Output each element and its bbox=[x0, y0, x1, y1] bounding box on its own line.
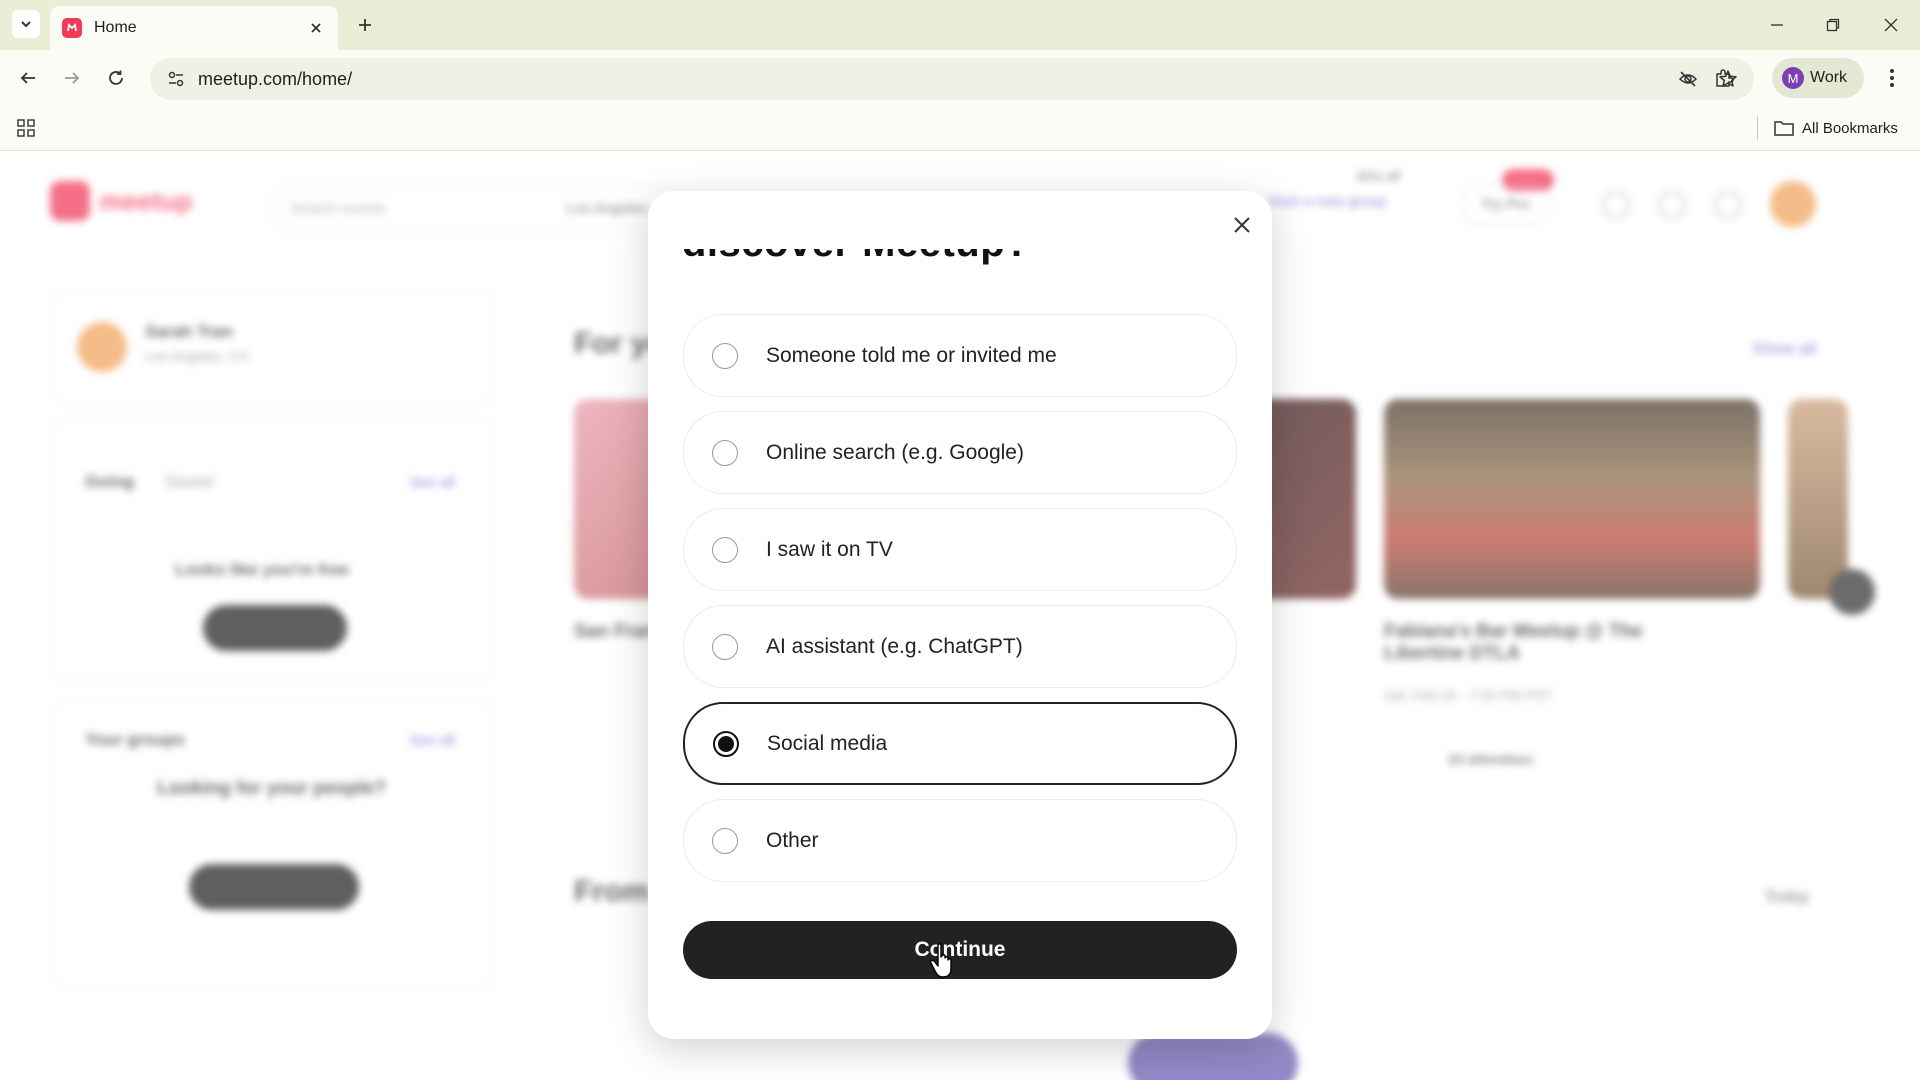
reload-icon bbox=[109, 70, 123, 85]
radio-button-selected[interactable] bbox=[713, 730, 739, 757]
option-label: Other bbox=[766, 828, 819, 852]
close-icon bbox=[311, 23, 321, 33]
browser-toolbar: meetup.com/home/ M Work bbox=[0, 50, 1920, 106]
all-bookmarks-button[interactable]: All Bookmarks bbox=[1774, 114, 1898, 142]
survey-modal: discover Meetup? Someone told me or invi… bbox=[648, 191, 1272, 1039]
puzzle-icon bbox=[1716, 69, 1734, 87]
profile-name: Work bbox=[1810, 69, 1848, 86]
forward-button[interactable] bbox=[58, 64, 86, 92]
eye-off-icon bbox=[1678, 71, 1698, 87]
radio-button[interactable] bbox=[712, 536, 738, 563]
hand-cursor-icon bbox=[930, 943, 952, 978]
tune-icon bbox=[168, 71, 184, 87]
option-label: Online search (e.g. Google) bbox=[766, 440, 1024, 464]
option-other[interactable]: Other bbox=[683, 799, 1237, 882]
folder-icon bbox=[1774, 120, 1794, 136]
continue-button[interactable]: Continue bbox=[683, 921, 1237, 979]
option-label: Social media bbox=[767, 731, 888, 755]
url-text[interactable]: meetup.com/home/ bbox=[198, 69, 1668, 90]
modal-close-button[interactable] bbox=[1228, 211, 1256, 239]
tab-strip: Home bbox=[0, 0, 1920, 50]
chevron-down-icon bbox=[21, 21, 31, 28]
tab-home[interactable]: Home bbox=[50, 6, 338, 50]
arrow-left-icon bbox=[20, 72, 35, 84]
close-icon bbox=[1234, 217, 1250, 233]
address-bar[interactable]: meetup.com/home/ bbox=[150, 58, 1754, 100]
radio-button[interactable] bbox=[712, 439, 738, 466]
restore-button[interactable] bbox=[1818, 10, 1848, 40]
tracking-protection-button[interactable] bbox=[1668, 58, 1708, 100]
option-tv[interactable]: I saw it on TV bbox=[683, 508, 1237, 591]
radio-button[interactable] bbox=[712, 827, 738, 854]
grid-icon bbox=[17, 119, 35, 137]
meetup-favicon-icon bbox=[62, 18, 82, 38]
restore-icon bbox=[1826, 18, 1840, 32]
back-button[interactable] bbox=[14, 64, 42, 92]
profile-button[interactable]: M Work bbox=[1772, 58, 1864, 98]
option-label: I saw it on TV bbox=[766, 537, 893, 561]
extensions-button[interactable] bbox=[1710, 64, 1738, 92]
minimize-button[interactable] bbox=[1762, 10, 1792, 40]
radio-button[interactable] bbox=[712, 633, 738, 660]
apps-button[interactable] bbox=[12, 114, 40, 142]
tab-search-button[interactable] bbox=[12, 10, 40, 38]
arrow-right-icon bbox=[65, 72, 80, 84]
tab-close-button[interactable] bbox=[306, 18, 326, 38]
close-window-button[interactable] bbox=[1876, 10, 1906, 40]
more-vertical-icon bbox=[1890, 69, 1894, 87]
option-label: Someone told me or invited me bbox=[766, 343, 1057, 367]
browser-menu-button[interactable] bbox=[1878, 64, 1906, 92]
option-someone-told-me[interactable]: Someone told me or invited me bbox=[683, 314, 1237, 397]
close-icon bbox=[1884, 18, 1898, 32]
profile-avatar: M bbox=[1782, 67, 1804, 89]
new-tab-button[interactable] bbox=[352, 12, 378, 38]
site-info-button[interactable] bbox=[154, 58, 198, 100]
option-ai-assistant[interactable]: AI assistant (e.g. ChatGPT) bbox=[683, 605, 1237, 688]
all-bookmarks-label: All Bookmarks bbox=[1802, 119, 1898, 137]
bookmarks-bar: All Bookmarks bbox=[0, 106, 1920, 151]
option-online-search[interactable]: Online search (e.g. Google) bbox=[683, 411, 1237, 494]
minimize-icon bbox=[1771, 24, 1783, 26]
tab-title: Home bbox=[94, 19, 137, 36]
plus-icon bbox=[359, 19, 371, 31]
radio-dot bbox=[718, 735, 734, 752]
modal-heading-clip bbox=[648, 191, 1272, 249]
option-social-media[interactable]: Social media bbox=[683, 702, 1237, 785]
reload-button[interactable] bbox=[102, 64, 130, 92]
bookmarks-divider bbox=[1757, 116, 1758, 140]
option-label: AI assistant (e.g. ChatGPT) bbox=[766, 634, 1023, 658]
radio-button[interactable] bbox=[712, 342, 738, 369]
